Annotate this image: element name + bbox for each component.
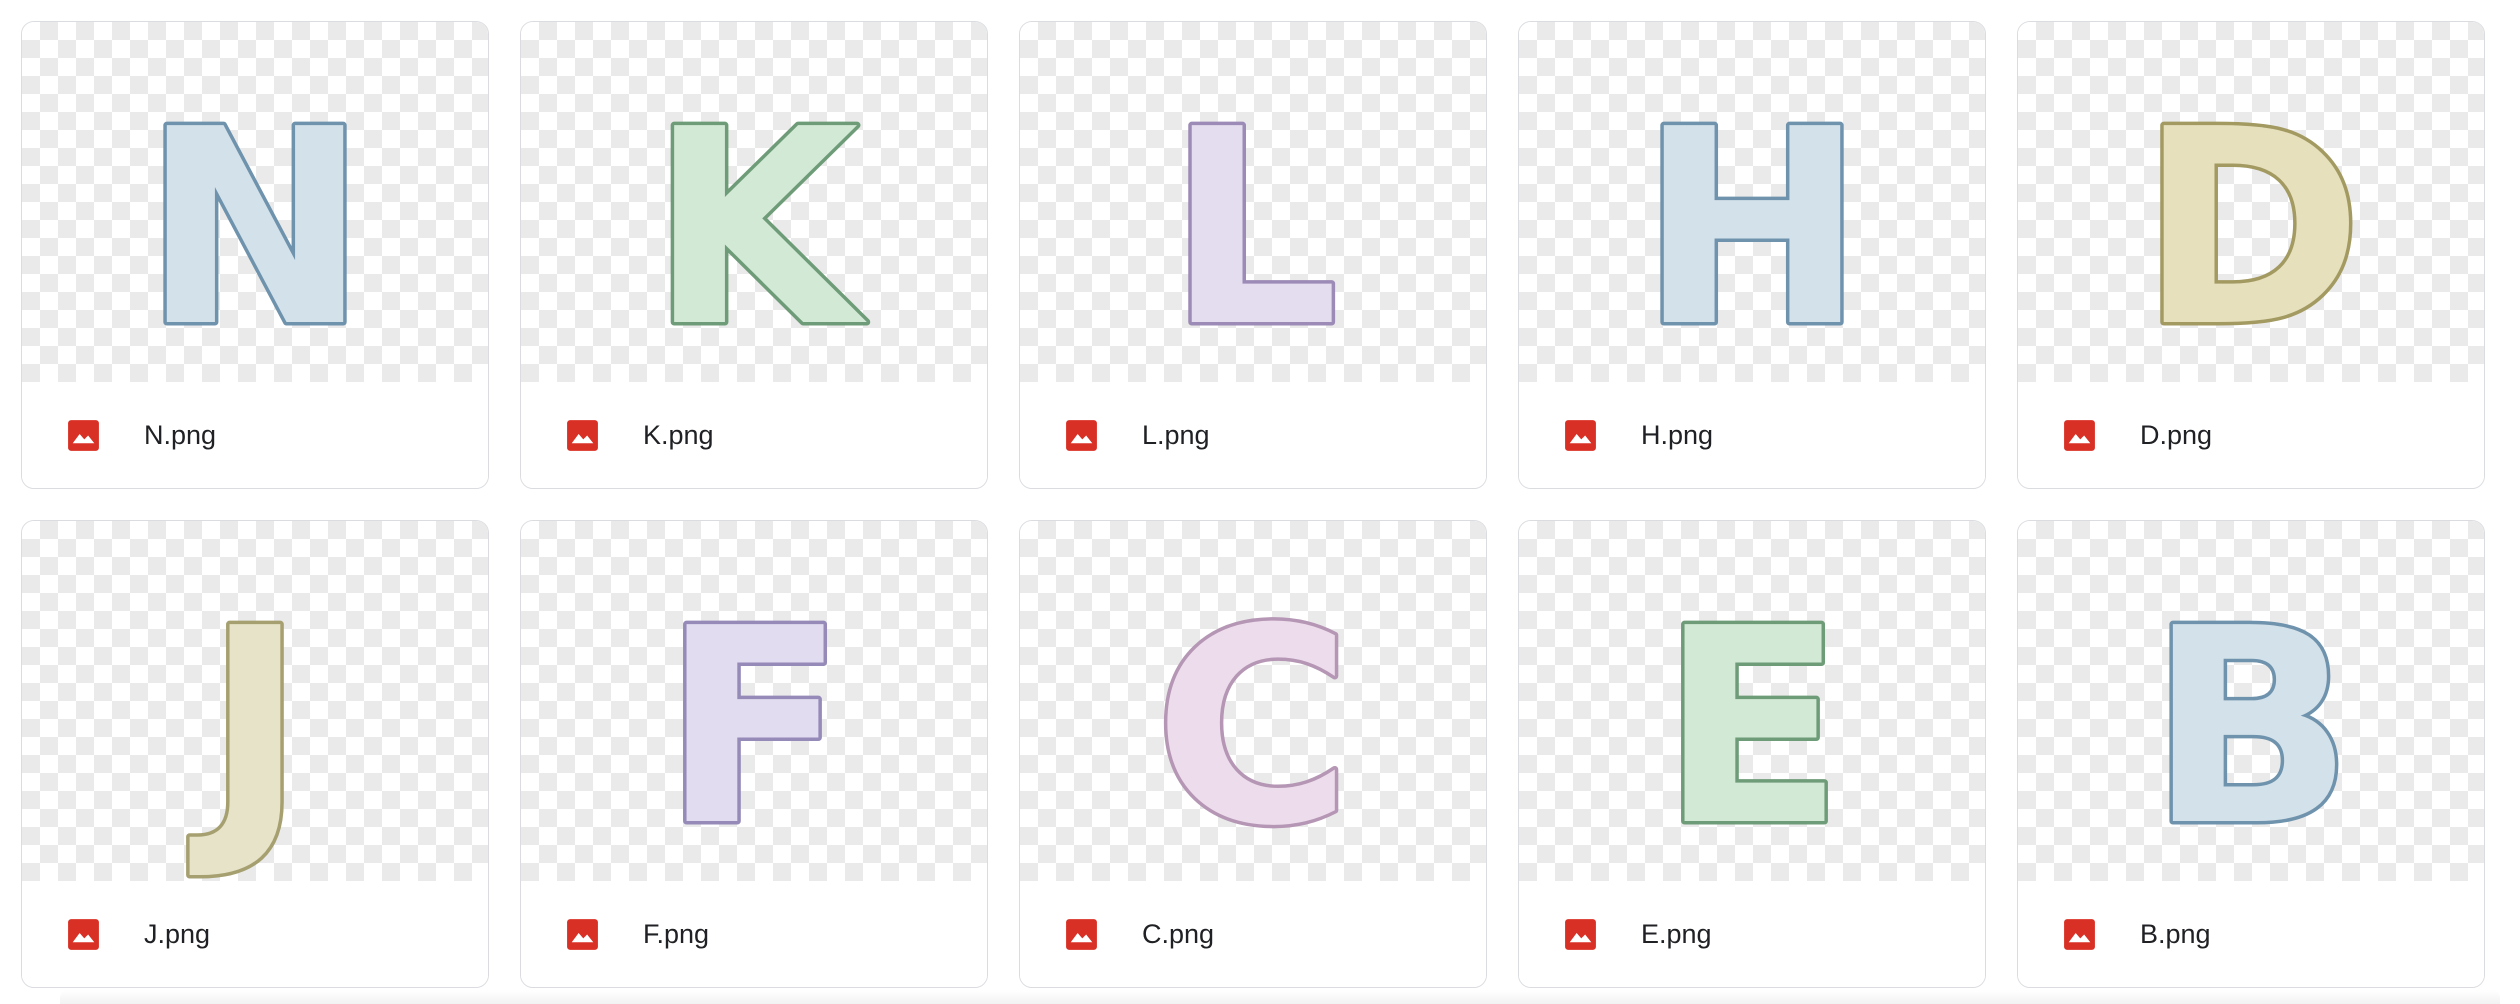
file-name: C.png — [1142, 918, 1215, 949]
file-footer: D.png — [2018, 382, 2484, 488]
letter-glyph: N — [142, 71, 368, 382]
file-grid: N N.png K K.png L L.png H H.png D D.png … — [21, 21, 2485, 988]
file-card[interactable]: D D.png — [2017, 21, 2485, 489]
file-footer: K.png — [521, 382, 987, 488]
file-card[interactable]: H H.png — [1518, 21, 1986, 489]
letter-glyph: E — [1660, 570, 1844, 881]
file-footer: F.png — [521, 881, 987, 987]
file-footer: J.png — [22, 881, 488, 987]
file-name: D.png — [2140, 419, 2213, 450]
file-card[interactable]: B B.png — [2017, 520, 2485, 988]
letter-glyph: D — [2139, 71, 2363, 382]
file-thumbnail: B — [2018, 521, 2484, 881]
file-thumbnail: L — [1020, 22, 1486, 382]
file-thumbnail: C — [1020, 521, 1486, 881]
file-card[interactable]: L L.png — [1019, 21, 1487, 489]
letter-glyph: L — [1167, 71, 1339, 382]
letter-glyph: H — [1639, 71, 1865, 382]
image-file-icon — [564, 916, 601, 953]
file-thumbnail: N — [22, 22, 488, 382]
image-file-icon — [1063, 417, 1100, 454]
letter-glyph: C — [1154, 570, 1352, 881]
file-card[interactable]: E E.png — [1518, 520, 1986, 988]
file-footer: N.png — [22, 382, 488, 488]
letter-glyph: K — [649, 71, 868, 382]
file-name: J.png — [144, 918, 211, 949]
file-footer: E.png — [1519, 881, 1985, 987]
letter-balloon-image: J — [184, 567, 308, 882]
file-thumbnail: D — [2018, 22, 2484, 382]
letter-balloon-image: L — [1163, 68, 1342, 383]
letter-balloon-image: F — [658, 567, 849, 882]
letter-balloon-image: E — [1656, 567, 1847, 882]
file-footer: C.png — [1020, 881, 1486, 987]
image-file-icon — [65, 916, 102, 953]
file-card[interactable]: F F.png — [520, 520, 988, 988]
file-thumbnail: E — [1519, 521, 1985, 881]
letter-balloon-image: C — [1150, 567, 1355, 882]
file-name: B.png — [2140, 918, 2211, 949]
image-file-icon — [65, 417, 102, 454]
file-card[interactable]: J J.png — [21, 520, 489, 988]
file-thumbnail: J — [22, 521, 488, 881]
letter-balloon-image: K — [646, 68, 872, 383]
letter-glyph: B — [2148, 570, 2354, 881]
file-footer: H.png — [1519, 382, 1985, 488]
file-thumbnail: H — [1519, 22, 1985, 382]
letter-glyph: J — [188, 570, 305, 881]
image-file-icon — [1562, 916, 1599, 953]
image-file-icon — [564, 417, 601, 454]
file-name: N.png — [144, 419, 217, 450]
file-name: K.png — [643, 419, 714, 450]
letter-balloon-image: B — [2145, 567, 2358, 882]
image-file-icon — [1063, 916, 1100, 953]
file-thumbnail: K — [521, 22, 987, 382]
file-name: L.png — [1142, 419, 1210, 450]
file-name: H.png — [1641, 419, 1714, 450]
file-footer: L.png — [1020, 382, 1486, 488]
image-file-icon — [2061, 417, 2098, 454]
file-footer: B.png — [2018, 881, 2484, 987]
file-card[interactable]: K K.png — [520, 21, 988, 489]
letter-balloon-image: D — [2135, 68, 2366, 383]
file-card[interactable]: N N.png — [21, 21, 489, 489]
letter-glyph: F — [662, 570, 846, 881]
file-card[interactable]: C C.png — [1019, 520, 1487, 988]
file-name: F.png — [643, 918, 710, 949]
scroll-shadow — [60, 990, 2500, 1004]
letter-balloon-image: H — [1636, 68, 1869, 383]
image-file-icon — [1562, 417, 1599, 454]
image-file-icon — [2061, 916, 2098, 953]
file-name: E.png — [1641, 918, 1712, 949]
file-thumbnail: F — [521, 521, 987, 881]
letter-balloon-image: N — [139, 68, 372, 383]
